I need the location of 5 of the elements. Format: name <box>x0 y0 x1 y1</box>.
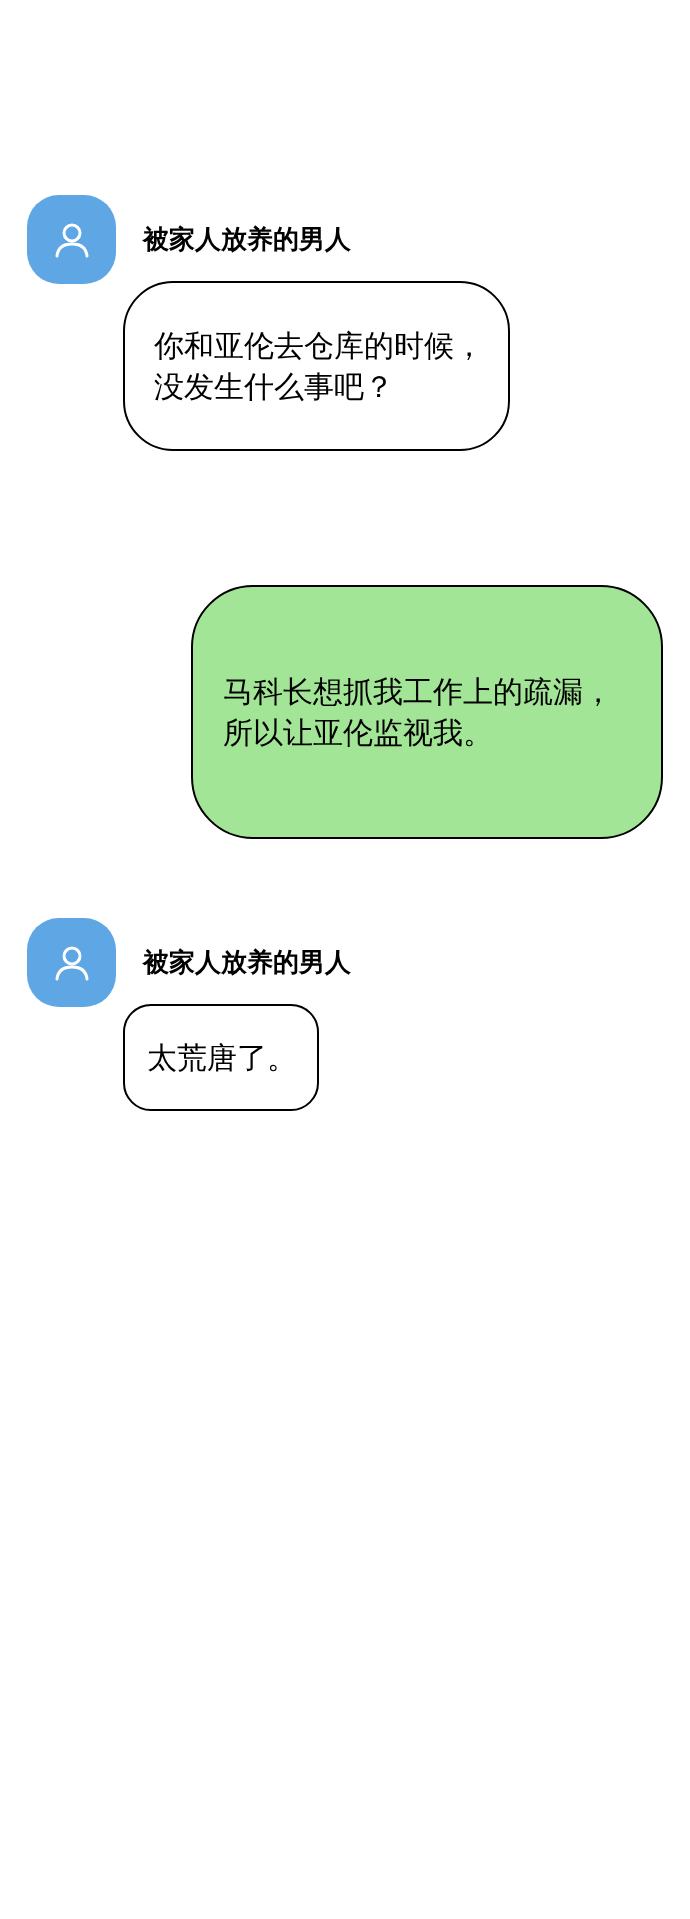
message-bubble: 太荒唐了。 <box>123 1004 319 1111</box>
sender-name: 被家人放养的男人 <box>143 946 351 979</box>
message-bubble: 马科长想抓我工作上的疏漏， 所以让亚伦监视我。 <box>191 585 663 839</box>
message-bubble: 你和亚伦去仓库的时候， 没发生什么事吧？ <box>123 281 510 451</box>
sender-name: 被家人放养的男人 <box>143 223 351 256</box>
